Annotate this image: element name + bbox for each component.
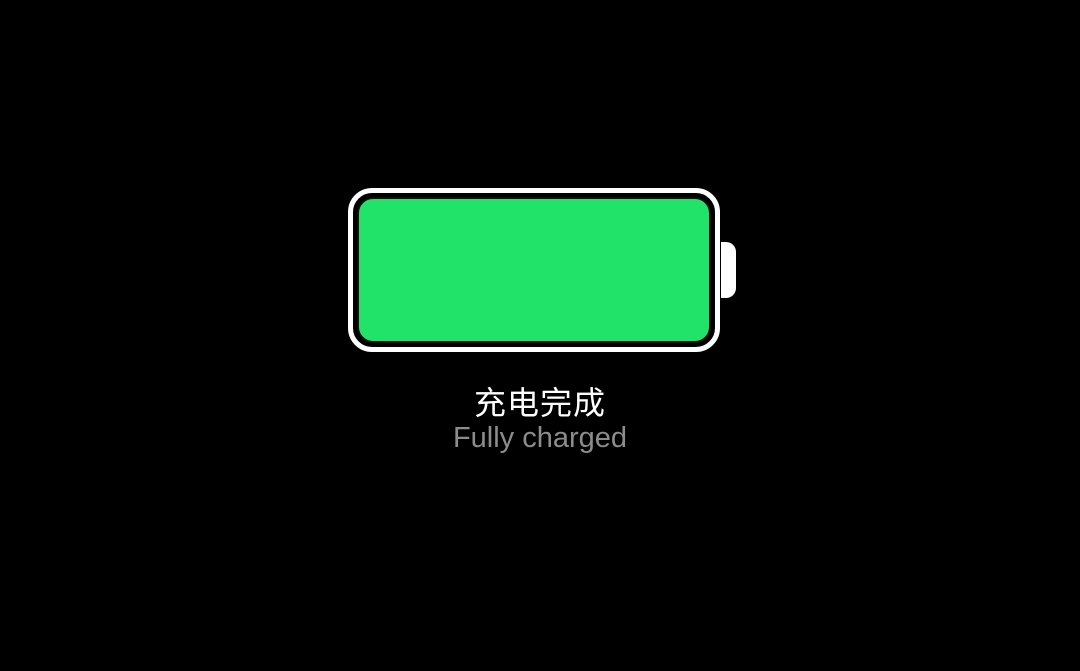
battery-fill-track [357,197,711,343]
charge-status-subtitle: Fully charged [452,422,628,454]
battery-body [348,188,720,352]
charging-screen: 充电完成 Fully charged [0,0,1080,671]
battery-charge-level [357,197,711,343]
battery-terminal-cap [721,242,736,298]
battery-full-icon [348,188,736,352]
charge-status-title: 充电完成 [473,384,606,422]
